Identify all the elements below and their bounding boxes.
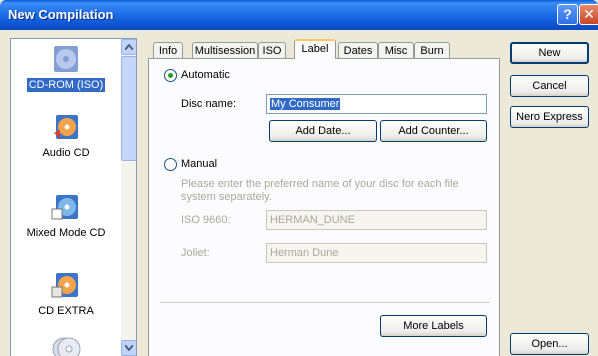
close-button[interactable]: ✕ [579, 4, 598, 25]
divider [160, 302, 490, 303]
window-title: New Compilation [8, 7, 114, 22]
category-label: Audio CD [42, 147, 90, 159]
scroll-up-button[interactable] [121, 39, 136, 55]
category-label: CD-ROM (ISO) [26, 78, 106, 92]
disc-name-input[interactable]: My Consumer [266, 94, 487, 114]
automatic-label[interactable]: Automatic [181, 69, 230, 81]
chevron-down-icon [125, 345, 133, 351]
iso-9660-label: ISO 9660: [181, 214, 231, 226]
nero-express-button[interactable]: Nero Express [510, 106, 589, 128]
category-label: Mixed Mode CD [26, 227, 106, 239]
category-scrollbar[interactable] [121, 39, 136, 356]
audio-cd-icon [54, 115, 78, 139]
scroll-down-button[interactable] [121, 340, 136, 356]
joliet-input[interactable]: Herman Dune [266, 243, 487, 263]
chevron-up-icon [125, 44, 133, 50]
category-audio-cd[interactable]: Audio CD [11, 111, 121, 160]
new-button[interactable]: New [510, 42, 589, 64]
more-labels-button[interactable]: More Labels [380, 315, 487, 337]
compilation-type-list[interactable]: CD-ROM (ISO) Audio CD Mixed Mode CD CD E… [10, 38, 137, 356]
joliet-label: Joliet: [181, 247, 210, 259]
title-bar[interactable]: New Compilation ? ✕ [0, 0, 598, 30]
open-button[interactable]: Open... [510, 333, 589, 355]
add-date-button[interactable]: Add Date... [269, 120, 377, 142]
mixed-mode-cd-icon [51, 195, 78, 220]
disc-name-label: Disc name: [181, 98, 237, 110]
automatic-radio[interactable] [164, 69, 177, 82]
scroll-thumb[interactable] [121, 56, 136, 161]
category-more[interactable] [11, 331, 121, 356]
manual-description: Please enter the preferred name of your … [181, 178, 459, 203]
category-cd-extra[interactable]: CD EXTRA [11, 269, 121, 318]
cd-rom-icon [54, 46, 78, 72]
category-cd-rom-iso[interactable]: CD-ROM (ISO) [11, 43, 121, 92]
iso-9660-input[interactable]: HERMAN_DUNE [266, 210, 487, 230]
add-counter-button[interactable]: Add Counter... [380, 120, 487, 142]
category-label: CD EXTRA [38, 305, 94, 317]
help-button[interactable]: ? [557, 4, 578, 25]
dvd-icon [52, 337, 81, 356]
category-mixed-mode-cd[interactable]: Mixed Mode CD [11, 191, 121, 240]
manual-radio[interactable] [164, 158, 177, 171]
manual-label[interactable]: Manual [181, 158, 217, 170]
cancel-button[interactable]: Cancel [510, 75, 589, 97]
cd-extra-icon [51, 273, 78, 298]
disc-name-value: My Consumer [270, 98, 341, 110]
tab-label[interactable]: Label [294, 39, 336, 59]
